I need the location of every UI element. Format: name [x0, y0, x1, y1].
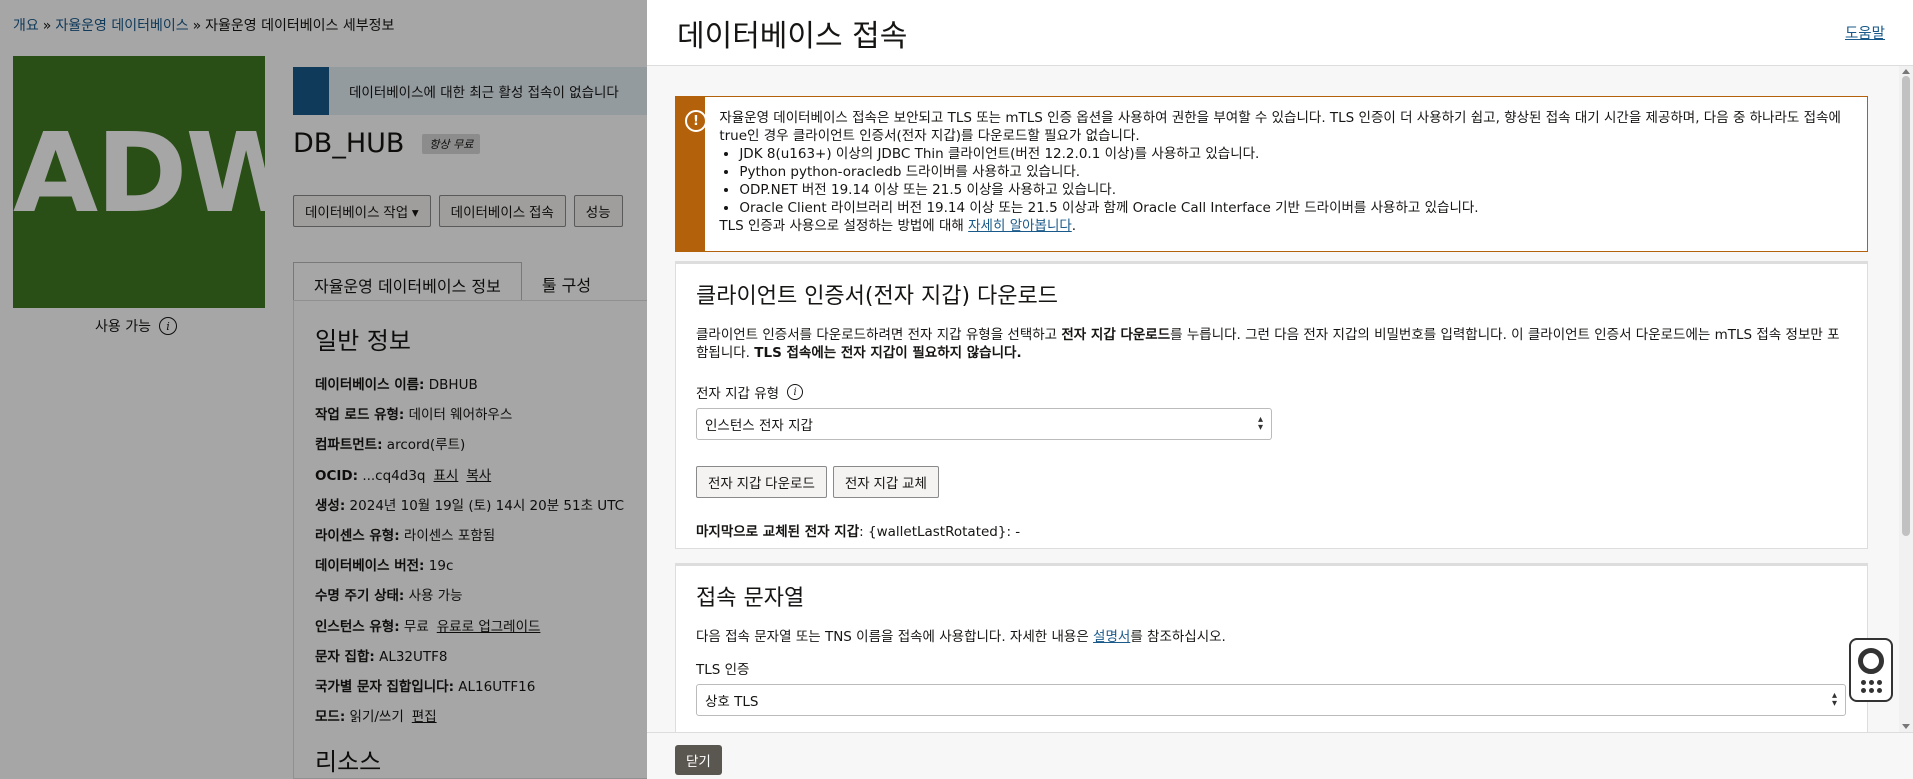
close-button[interactable]: 닫기 [675, 745, 722, 775]
db-connection-drawer: 데이터베이스 접속 도움말 ! 자율운영 데이터베이스 접속은 보안되고 TLS… [647, 0, 1913, 779]
drawer-body: ! 자율운영 데이터베이스 접속은 보안되고 TLS 또는 mTLS 인증 옵션… [647, 66, 1899, 732]
select-chevron-icon: ▴ ▾ [1257, 414, 1263, 433]
scrollbar-thumb[interactable] [1902, 76, 1910, 536]
learn-more-link[interactable]: 자세히 알아봅니다 [968, 218, 1072, 234]
drawer-footer: 닫기 [647, 732, 1913, 779]
drawer-scrollbar[interactable] [1899, 66, 1913, 732]
last-rotated: 마지막으로 교체된 전자 지갑: {walletLastRotated}: - [696, 524, 1021, 540]
rotate-wallet-button[interactable]: 전자 지갑 교체 [832, 466, 939, 498]
warning-icon: ! [685, 110, 707, 132]
list-item: Oracle Client 라이브러리 버전 19.14 이상 또는 21.5 … [739, 199, 1853, 217]
drawer-title: 데이터베이스 접속 [677, 19, 908, 54]
tls-auth-label: TLS 인증 [696, 662, 750, 678]
wallet-download-card: 클라이언트 인증서(전자 지갑) 다운로드 클라이언트 인증서를 다운로드하려면… [675, 261, 1868, 549]
scroll-down-icon[interactable] [1902, 724, 1910, 729]
info-icon[interactable]: i [787, 384, 804, 400]
help-center-button[interactable] [1849, 638, 1893, 702]
list-item: JDK 8(u163+) 이상의 JDBC Thin 클라이언트(버전 12.2… [739, 145, 1853, 163]
wallet-type-label: 전자 지갑 유형 i [696, 382, 1847, 402]
connection-strings-card: 접속 문자열 다음 접속 문자열 또는 TNS 이름을 접속에 사용합니다. 자… [675, 563, 1868, 732]
list-item: ODP.NET 버전 19.14 이상 또는 21.5 이상을 사용하고 있습니… [739, 181, 1853, 199]
grid-dots-icon [1860, 679, 1882, 693]
download-wallet-button[interactable]: 전자 지갑 다운로드 [696, 466, 827, 498]
scroll-up-icon[interactable] [1902, 69, 1910, 74]
wallet-type-select[interactable]: 인스턴스 전자 지갑 ▴ ▾ [696, 408, 1272, 440]
tls-warning: ! 자율운영 데이터베이스 접속은 보안되고 TLS 또는 mTLS 인증 옵션… [675, 96, 1868, 252]
lifebuoy-icon [1858, 647, 1884, 674]
drawer-header: 데이터베이스 접속 도움말 [647, 0, 1913, 66]
wallet-section-title: 클라이언트 인증서(전자 지갑) 다운로드 [696, 284, 1058, 309]
tls-auth-select[interactable]: 상호 TLS ▴ ▾ [696, 684, 1846, 716]
list-item: Python python-oracledb 드라이버를 사용하고 있습니다. [739, 163, 1853, 181]
modal-overlay[interactable] [0, 0, 647, 779]
help-link[interactable]: 도움말 [1845, 22, 1885, 43]
select-chevron-icon: ▴ ▾ [1831, 690, 1837, 709]
docs-link[interactable]: 설명서 [1093, 629, 1130, 645]
conn-section-title: 접속 문자열 [696, 586, 805, 611]
